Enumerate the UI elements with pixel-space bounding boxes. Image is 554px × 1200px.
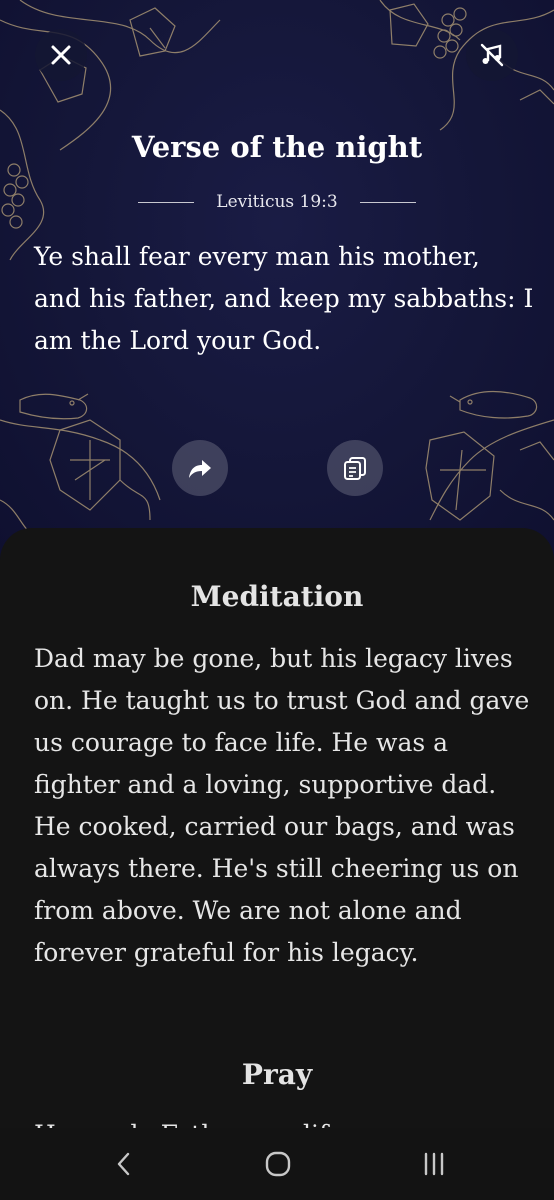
meditation-text: Dad may be gone, but his legacy lives on… <box>34 644 530 967</box>
nav-recents-button[interactable] <box>416 1146 452 1182</box>
verse-of-night-title: Verse of the night <box>131 130 423 164</box>
divider-left <box>138 201 195 203</box>
pray-title: Pray <box>241 1058 313 1091</box>
copy-button[interactable] <box>327 440 383 496</box>
share-icon <box>189 460 211 478</box>
nav-home-button[interactable] <box>260 1146 296 1182</box>
verse-reference-row: Leviticus 19:3 <box>0 192 554 212</box>
divider-right <box>359 201 416 203</box>
system-nav-bar <box>0 1128 554 1200</box>
close-button[interactable] <box>35 29 87 81</box>
meditation-title: Meditation <box>190 580 364 613</box>
verse-text: Ye shall fear every man his mother, and … <box>34 242 534 355</box>
verse-reference: Leviticus 19:3 <box>216 192 338 212</box>
close-icon <box>51 45 71 65</box>
back-icon <box>117 1152 130 1176</box>
nav-back-button[interactable] <box>106 1146 142 1182</box>
pray-text-partial: Heavenly Father, my life... <box>34 1114 534 1128</box>
music-off-icon <box>480 43 504 67</box>
home-icon <box>265 1151 291 1177</box>
music-toggle-button[interactable] <box>466 29 518 81</box>
share-button[interactable] <box>172 440 228 496</box>
recents-icon <box>424 1152 444 1176</box>
copy-icon <box>344 457 366 480</box>
verse-hero: Verse of the night Leviticus 19:3 Ye sha… <box>0 0 554 560</box>
